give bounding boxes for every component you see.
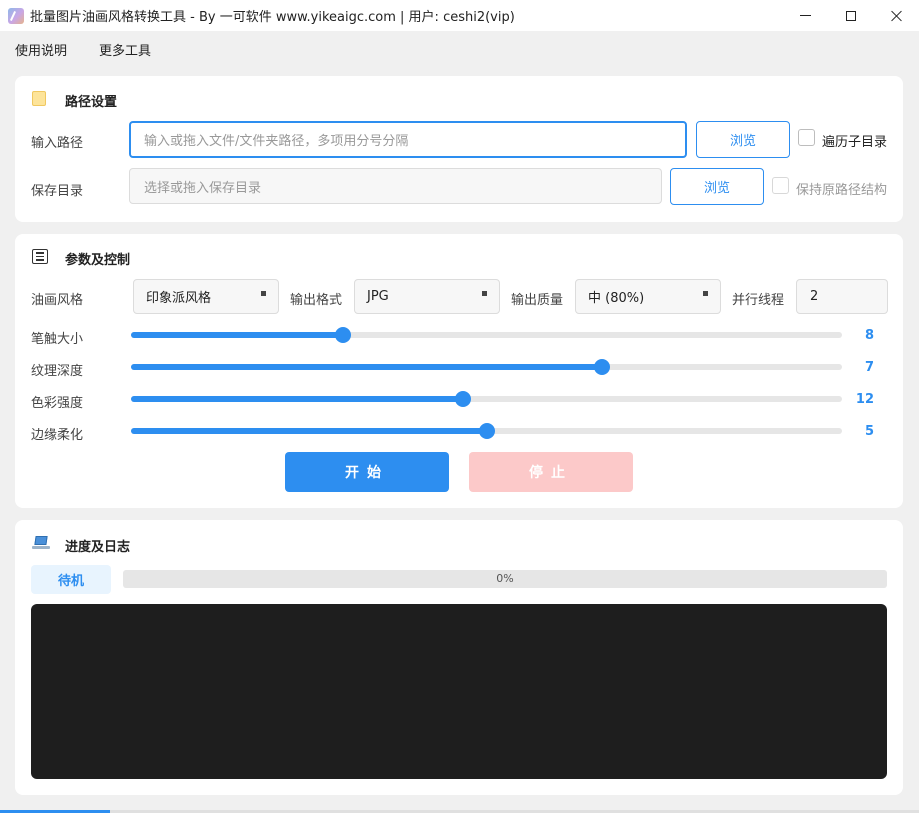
edge-softening-slider[interactable]	[131, 423, 842, 439]
maximize-button[interactable]	[828, 0, 874, 31]
slider-label: 色彩强度	[31, 396, 84, 411]
status-badge: 待机	[31, 565, 111, 594]
slider-thumb[interactable]	[455, 391, 472, 407]
maximize-icon	[846, 10, 856, 21]
slider-value: 12	[855, 392, 874, 407]
dropdown-icon	[482, 291, 487, 296]
format-select[interactable]: JPG	[354, 279, 500, 314]
slider-fill	[131, 428, 488, 434]
params-control-card: 参数及控制 油画风格 印象派风格 输出格式 JPG 输出质量 中 (80%) 并…	[15, 234, 903, 508]
style-select-value: 印象派风格	[146, 291, 212, 306]
recurse-subdirs-label[interactable]: 遍历子目录	[822, 131, 887, 150]
slider-fill	[131, 396, 464, 402]
slider-thumb[interactable]	[479, 423, 496, 439]
style-label: 油画风格	[31, 293, 84, 308]
save-dir-placeholder: 选择或拖入保存目录	[144, 180, 262, 196]
quality-select-value: 中 (80%)	[588, 291, 645, 306]
input-path-placeholder: 输入或拖入文件/文件夹路径，多项用分号分隔	[144, 134, 409, 149]
log-output[interactable]	[31, 604, 887, 779]
input-path-field[interactable]: 输入或拖入文件/文件夹路径，多项用分号分隔	[129, 121, 687, 158]
threads-input[interactable]: 2	[796, 279, 888, 314]
progress-bar: 0%	[123, 570, 887, 588]
progress-text: 0%	[496, 572, 514, 585]
threads-label: 并行线程	[732, 293, 785, 308]
color-intensity-slider[interactable]	[131, 391, 842, 407]
path-settings-title: 路径设置	[65, 95, 118, 110]
threads-value: 2	[810, 289, 819, 304]
progress-log-title: 进度及日志	[65, 540, 131, 555]
save-dir-field[interactable]: 选择或拖入保存目录	[129, 168, 662, 204]
quality-select[interactable]: 中 (80%)	[575, 279, 721, 314]
slider-thumb[interactable]	[334, 327, 351, 343]
menu-bar: 使用说明 更多工具	[0, 31, 919, 65]
brush-size-slider[interactable]	[131, 327, 842, 343]
slider-label: 边缘柔化	[31, 428, 84, 443]
browse-save-button[interactable]: 浏览	[670, 168, 764, 205]
app-icon	[8, 7, 24, 24]
format-select-value: JPG	[367, 289, 389, 304]
format-label: 输出格式	[290, 293, 343, 308]
browse-input-button[interactable]: 浏览	[696, 121, 790, 158]
style-select[interactable]: 印象派风格	[133, 279, 279, 314]
slider-fill	[131, 364, 603, 370]
menu-more-tools[interactable]: 更多工具	[99, 40, 151, 59]
recurse-subdirs-checkbox[interactable]	[798, 129, 815, 146]
slider-value: 7	[864, 360, 874, 375]
quality-label: 输出质量	[511, 293, 564, 308]
path-settings-card: 路径设置 输入路径 输入或拖入文件/文件夹路径，多项用分号分隔 浏览 遍历子目录…	[15, 76, 903, 222]
slider-value: 5	[864, 424, 874, 439]
params-control-title: 参数及控制	[65, 253, 131, 268]
window-title: 批量图片油画风格转换工具 - By 一可软件 www.yikeaigc.com …	[30, 10, 515, 25]
keep-structure-checkbox[interactable]	[772, 177, 789, 194]
close-button[interactable]	[873, 0, 919, 31]
folder-icon	[32, 91, 46, 106]
slider-value: 8	[864, 328, 874, 343]
keep-structure-label[interactable]: 保持原路径结构	[796, 179, 887, 198]
progress-log-card: 进度及日志 待机 0%	[15, 520, 903, 795]
slider-thumb[interactable]	[594, 359, 611, 375]
slider-fill	[131, 332, 343, 338]
list-icon	[32, 249, 48, 264]
title-bar: 批量图片油画风格转换工具 - By 一可软件 www.yikeaigc.com …	[0, 0, 919, 31]
save-dir-label: 保存目录	[31, 184, 84, 199]
input-path-label: 输入路径	[31, 136, 84, 151]
stop-button[interactable]: 停止	[469, 452, 633, 492]
dropdown-icon	[703, 291, 708, 296]
start-button[interactable]: 开始	[285, 452, 449, 492]
dropdown-icon	[261, 291, 266, 296]
menu-usage[interactable]: 使用说明	[15, 40, 67, 59]
texture-depth-slider[interactable]	[131, 359, 842, 375]
slider-label: 笔触大小	[31, 332, 84, 347]
laptop-icon	[32, 536, 50, 550]
minimize-icon	[799, 15, 811, 16]
close-icon	[890, 10, 902, 22]
slider-label: 纹理深度	[31, 364, 84, 379]
minimize-button[interactable]	[782, 0, 828, 31]
